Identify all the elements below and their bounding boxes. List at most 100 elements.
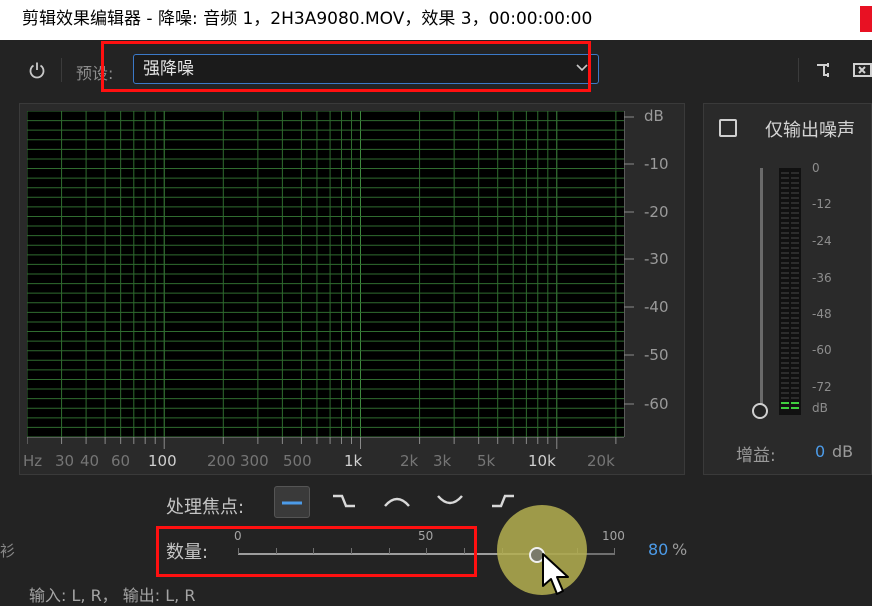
output-noise-only-checkbox[interactable]: [719, 119, 737, 137]
meter-segment: [781, 372, 789, 374]
left-edge-text: 衫: [0, 542, 16, 560]
freq-label-300: 300: [240, 452, 269, 470]
meter-segment: [791, 307, 799, 309]
db-label-10: -10: [644, 155, 669, 173]
meter-segment: [791, 277, 799, 279]
close-button[interactable]: [860, 6, 872, 32]
meter-segment: [781, 392, 789, 394]
noise-graph: [27, 111, 624, 437]
meter-segment: [781, 312, 789, 314]
meter-segment: [781, 247, 789, 249]
highlight-preset-box: [101, 41, 591, 92]
gain-unit: dB: [832, 442, 854, 461]
freq-axis: [27, 437, 624, 449]
freq-label-5k: 5k: [477, 452, 496, 470]
gain-value[interactable]: 0: [815, 442, 825, 461]
meter-segment: [781, 362, 789, 364]
meter-segment: [781, 292, 789, 294]
db-label-40: -40: [644, 298, 669, 316]
meter-segment: [781, 207, 789, 209]
meter-segment: [791, 252, 799, 254]
meter-segment: [791, 242, 799, 244]
power-icon[interactable]: [27, 60, 47, 80]
db-axis: [624, 111, 634, 437]
meter-segment: [781, 192, 789, 194]
meter-segment: [791, 287, 799, 289]
focus-low-button[interactable]: [327, 486, 363, 518]
db-label-50: -50: [644, 346, 669, 364]
meter-segment: [781, 197, 789, 199]
meter-segment: [781, 317, 789, 319]
meter-segment: [791, 297, 799, 299]
meter-segment: [791, 377, 799, 379]
processing-focus-label: 处理焦点:: [166, 497, 245, 518]
focus-mid-button[interactable]: [380, 486, 416, 518]
meter-segment: [781, 267, 789, 269]
focus-flat-button[interactable]: [274, 486, 310, 518]
meter-segment: [791, 402, 799, 404]
meter-segment: [781, 257, 789, 259]
meter-segment: [781, 217, 789, 219]
meter-segment: [781, 377, 789, 379]
meter-tick-db: dB: [812, 401, 828, 415]
meter-segment: [791, 197, 799, 199]
gain-slider-track[interactable]: [760, 168, 763, 410]
amount-scale-100: 100: [602, 529, 625, 543]
amount-tick: [614, 548, 615, 554]
meter-segment: [781, 277, 789, 279]
meter-segment: [791, 392, 799, 394]
meter-segment: [791, 207, 799, 209]
meter-tick-72: -72: [812, 380, 832, 394]
freq-label-2k: 2k: [400, 452, 419, 470]
meter-segment: [781, 227, 789, 229]
amount-value[interactable]: 80: [648, 540, 668, 559]
meter-tick-12: -12: [812, 197, 832, 211]
focus-low-icon: [333, 494, 355, 508]
meter-segment: [781, 262, 789, 264]
meter-segment: [791, 232, 799, 234]
routing-icon[interactable]: [815, 60, 835, 80]
meter-segment: [781, 182, 789, 184]
focus-flat-icon: [282, 501, 302, 505]
freq-label-hz: Hz: [23, 452, 43, 470]
freq-label-30: 30: [55, 452, 75, 470]
meter-segment: [781, 282, 789, 284]
meter-segment: [791, 192, 799, 194]
mouse-cursor-icon: [542, 553, 569, 595]
meter-segment: [791, 222, 799, 224]
highlight-amount-box: [156, 526, 477, 577]
meter-segment: [791, 327, 799, 329]
meter-segment: [781, 297, 789, 299]
meter-segment: [781, 352, 789, 354]
freq-label-10k: 10k: [528, 452, 556, 470]
meter-segment: [791, 292, 799, 294]
meter-segment: [791, 397, 799, 399]
meter-segment: [791, 172, 799, 174]
meter-segment: [781, 272, 789, 274]
window-title: 剪辑效果编辑器 - 降噪: 音频 1，2H3A9080.MOV，效果 3，00:…: [22, 9, 593, 29]
meter-segment: [781, 202, 789, 204]
output-noise-only-label: 仅输出噪声: [765, 120, 855, 141]
meter-segment: [791, 387, 799, 389]
meter-segment: [791, 177, 799, 179]
meter-segment: [791, 237, 799, 239]
db-label-unit: dB: [644, 107, 664, 125]
meter-segment: [781, 382, 789, 384]
meter-segment: [791, 362, 799, 364]
amount-unit: %: [672, 540, 688, 559]
meter-segment: [781, 177, 789, 179]
focus-notch-button[interactable]: [433, 486, 469, 518]
gain-label: 增益:: [736, 446, 776, 466]
gain-slider-handle[interactable]: [752, 403, 768, 419]
meter-segment: [781, 332, 789, 334]
meter-segment: [781, 237, 789, 239]
meter-segment: [781, 407, 789, 409]
clear-icon[interactable]: [853, 60, 872, 80]
meter-segment: [791, 372, 799, 374]
meter-segment: [781, 287, 789, 289]
freq-label-200: 200: [207, 452, 236, 470]
meter-segment: [791, 302, 799, 304]
meter-segment: [791, 202, 799, 204]
meter-tick-0: 0: [812, 161, 820, 175]
meter-segment: [791, 247, 799, 249]
